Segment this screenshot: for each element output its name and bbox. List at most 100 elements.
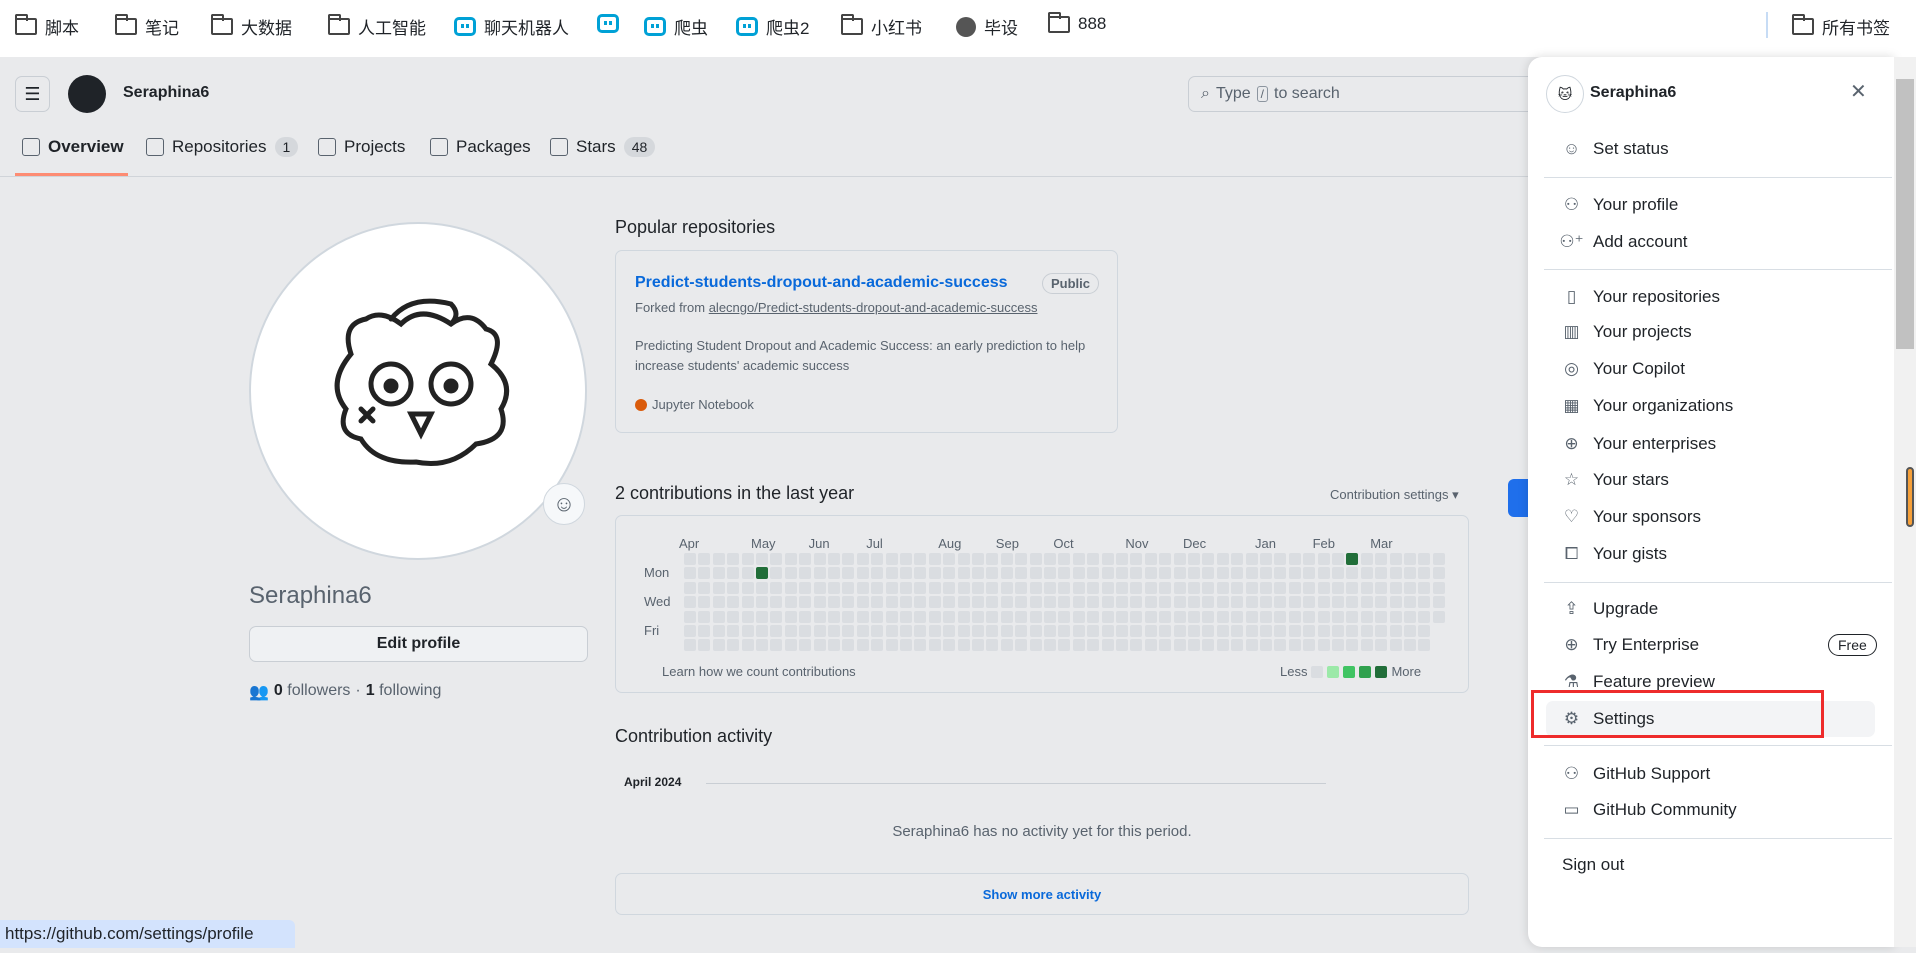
contribution-cell[interactable] [1144,581,1157,594]
contribution-cell[interactable] [885,553,898,565]
contribution-cell[interactable] [1116,610,1128,623]
contribution-cell[interactable] [1072,581,1085,594]
contribution-cell[interactable] [1000,553,1013,565]
contribution-cell[interactable] [1087,625,1100,637]
contribution-cell[interactable] [1303,567,1316,580]
contribution-cell[interactable] [871,596,884,609]
contribution-cell[interactable] [770,553,783,565]
contribution-cell[interactable] [1173,610,1186,623]
contribution-cell[interactable] [1389,567,1402,580]
contribution-cell[interactable] [972,625,984,637]
contribution-cell[interactable] [1029,581,1042,594]
contribution-cell[interactable] [741,610,754,623]
contribution-cell[interactable] [1231,553,1244,565]
contribution-cell[interactable] [1360,553,1373,565]
contribution-cell[interactable] [1332,581,1344,594]
contribution-cell[interactable] [1101,553,1114,565]
contribution-cell[interactable] [1260,567,1272,580]
contribution-cell[interactable] [1087,639,1100,652]
contribution-cell[interactable] [1000,610,1013,623]
contribution-cell[interactable] [928,639,941,652]
contribution-cell[interactable] [1245,610,1258,623]
contribution-cell[interactable] [770,625,783,637]
contribution-cell[interactable] [1188,581,1200,594]
contribution-cell[interactable] [1245,553,1258,565]
contribution-cell[interactable] [1159,625,1172,637]
contribution-cell[interactable] [698,639,711,652]
contribution-cell[interactable] [684,581,696,594]
contribution-cell[interactable] [1144,610,1157,623]
contribution-cell[interactable] [784,596,797,609]
menu-item-your-sponsors[interactable]: ♡ Your sponsors [1562,502,1701,532]
contribution-cell[interactable] [842,610,855,623]
contribution-cell[interactable] [1130,625,1143,637]
contribution-cell[interactable] [1188,596,1200,609]
contribution-cell[interactable] [1404,610,1416,623]
contribution-cell[interactable] [712,581,725,594]
contribution-cell[interactable] [1274,625,1287,637]
contribution-cell[interactable] [1202,553,1215,565]
contribution-cell[interactable] [727,596,740,609]
menu-item-try-enterprise[interactable]: ⊕ Try Enterprise Free [1562,630,1877,660]
contribution-cell[interactable] [986,596,999,609]
contribution-cell[interactable] [1231,567,1244,580]
contribution-cell[interactable] [1288,553,1301,565]
contribution-cell[interactable] [1346,610,1359,623]
contribution-cell[interactable] [1159,596,1172,609]
contribution-cell[interactable] [1202,596,1215,609]
contribution-cell[interactable] [1360,581,1373,594]
contribution-cell[interactable] [1072,610,1085,623]
contribution-cell[interactable] [1360,639,1373,652]
contribution-cell[interactable] [957,581,970,594]
contribution-cell[interactable] [1375,625,1388,637]
contribution-cell[interactable] [1173,625,1186,637]
forked-from-link[interactable]: alecngo/Predict-students-dropout-and-aca… [709,300,1038,315]
contribution-cell[interactable] [1000,639,1013,652]
contribution-cell[interactable] [756,639,768,652]
contribution-cell[interactable] [986,639,999,652]
contribution-cell[interactable] [957,639,970,652]
contribution-cell[interactable] [698,596,711,609]
contribution-cell[interactable] [1317,581,1330,594]
followers-link[interactable]: 0 followers [274,682,351,702]
bookmark-item[interactable]: 爬虫2 [736,14,809,39]
contribution-cell[interactable] [1015,581,1028,594]
contribution-cell[interactable] [943,610,956,623]
contribution-cell[interactable] [871,553,884,565]
contribution-cell[interactable] [1058,553,1071,565]
contribution-cell[interactable] [972,639,984,652]
bookmark-item[interactable]: 大数据 [211,14,292,39]
contribution-cell[interactable] [1274,581,1287,594]
contribution-cell[interactable] [1173,567,1186,580]
contribution-cell[interactable] [1404,639,1416,652]
contribution-cell[interactable] [885,610,898,623]
contribution-cell[interactable] [1274,610,1287,623]
contribution-cell[interactable] [1332,625,1344,637]
contribution-cell[interactable] [928,567,941,580]
avatar[interactable] [249,222,587,560]
contribution-cell[interactable] [928,610,941,623]
contribution-cell[interactable] [1044,553,1056,565]
contribution-cell[interactable] [1288,581,1301,594]
contribution-cell[interactable] [972,553,984,565]
contribution-cell[interactable] [1346,639,1359,652]
contribution-cell[interactable] [1101,610,1114,623]
follow-button-partial[interactable] [1508,479,1528,517]
contribution-cell[interactable] [1072,625,1085,637]
contribution-cell[interactable] [1288,639,1301,652]
contribution-cell[interactable] [1303,596,1316,609]
contribution-cell[interactable] [684,596,696,609]
contribution-cell[interactable] [799,610,812,623]
contribution-cell[interactable] [943,581,956,594]
menu-item-your-stars[interactable]: ☆ Your stars [1562,465,1669,495]
menu-item-set-status[interactable]: ☺ Set status [1562,134,1669,164]
contribution-cell[interactable] [1332,596,1344,609]
contribution-cell[interactable] [1418,596,1431,609]
contribution-cell[interactable] [828,596,840,609]
contribution-cell[interactable] [1260,610,1272,623]
contribution-cell[interactable] [957,625,970,637]
contribution-cell[interactable] [914,610,927,623]
contribution-cell[interactable] [1216,553,1229,565]
contribution-cell[interactable] [1288,610,1301,623]
contribution-cell[interactable] [828,639,840,652]
